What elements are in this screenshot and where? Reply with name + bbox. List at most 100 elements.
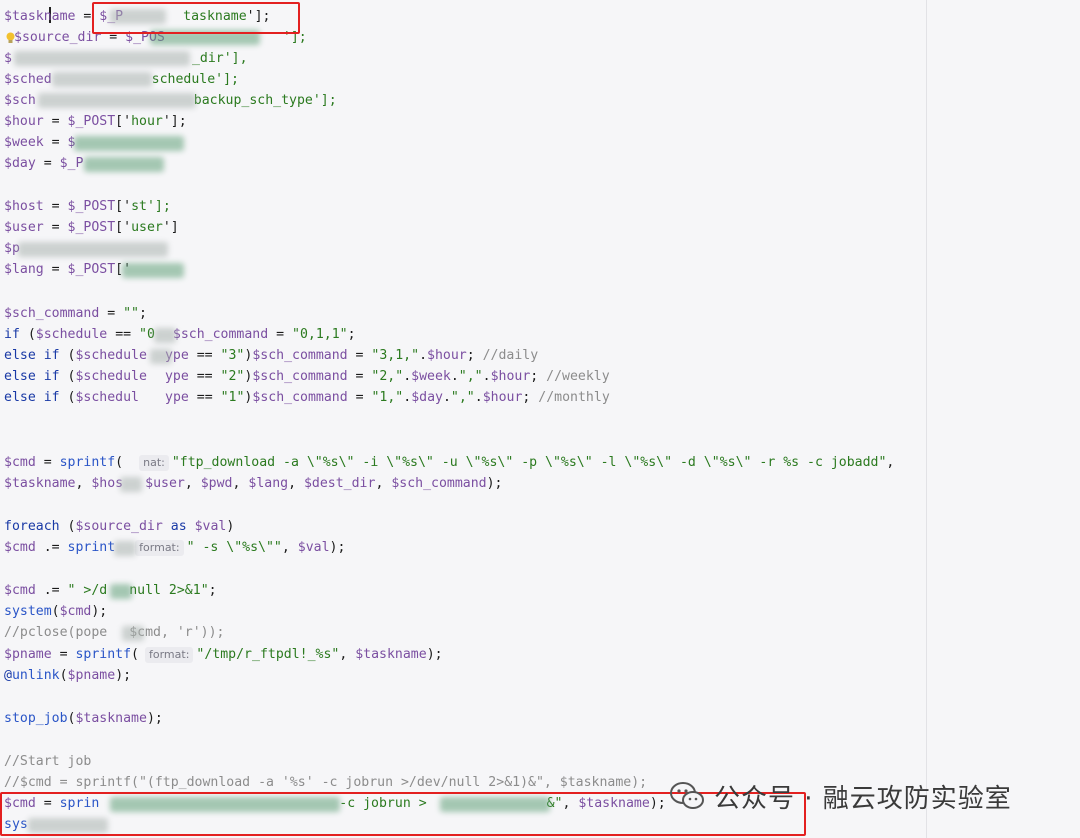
token: $cmd [4, 540, 36, 555]
token: ; [522, 390, 539, 405]
watermark: 公众号 · 融云攻防实验室 [670, 776, 1012, 816]
token: else if [4, 369, 60, 384]
code-line-25[interactable]: $pname = sprintf(format: "/tmp/r_ftpdl!_%… [4, 644, 443, 665]
token: $schedule [35, 327, 108, 342]
code-line-27[interactable]: stop_job($taskname); [4, 708, 163, 729]
code-line-26[interactable]: @unlink($pname); [4, 665, 131, 686]
code-line-18[interactable]: $cmd = sprintf(nat: "ftp_download -a \"%s… [4, 452, 894, 473]
code-line-17[interactable]: else if ($schedul ype == "1")$sch_command… [4, 387, 610, 408]
token: $schedule [75, 348, 147, 363]
code-line-10[interactable]: $user = $_POST['user'] [4, 217, 179, 238]
token: $pname [67, 668, 116, 683]
token: . [403, 390, 412, 405]
token: ); [115, 668, 132, 683]
token: == [188, 390, 221, 405]
code-line-24[interactable]: //pclose(pope $cmd, 'r')); [4, 622, 225, 643]
token: $_POST [67, 220, 116, 235]
token: unlink [11, 668, 60, 683]
watermark-text: 公众号 · 融云攻防实验室 [714, 783, 1012, 814]
token: , [75, 476, 92, 491]
code-line-15[interactable]: else if ($schedule ype == "3")$sch_comman… [4, 345, 538, 366]
token: sprint [67, 540, 116, 555]
redaction [154, 328, 176, 343]
token: $taskname [355, 647, 427, 662]
code-line-23[interactable]: system($cmd); [4, 601, 107, 622]
token: $cmd [4, 583, 36, 598]
token: = [43, 262, 68, 277]
token: $_P [59, 156, 84, 171]
token: stop_job [4, 711, 68, 726]
token: " >/d [67, 583, 108, 598]
redaction [18, 242, 168, 257]
token: ( [59, 369, 76, 384]
token: $_POST [67, 114, 116, 129]
code-line-9[interactable]: $host = $_POST['st']; [4, 196, 171, 217]
code-line-6[interactable]: $hour = $_POST['hour']; [4, 111, 187, 132]
redaction [122, 626, 144, 641]
token: $sch [4, 93, 36, 108]
code-line-29[interactable]: //$cmd = sprintf("(ftp_download -a '%s' … [4, 772, 647, 793]
token: $source_dir [14, 30, 102, 45]
token: [' [115, 199, 132, 214]
token: = [99, 306, 124, 321]
token: ); [426, 647, 443, 662]
token: $day [411, 390, 443, 405]
token: == [188, 369, 221, 384]
token: $taskname [4, 476, 76, 491]
code-line-28[interactable]: //Start job [4, 751, 91, 772]
token: "0,1,1" [292, 327, 348, 342]
code-line-12[interactable]: $lang = $_POST[' [4, 259, 131, 280]
token: //weekly [546, 369, 610, 384]
token: "3" [220, 348, 245, 363]
code-line-20[interactable]: foreach ($source_dir as $val) [4, 516, 234, 537]
token: sprintf [59, 455, 116, 470]
token: = [43, 135, 68, 150]
token: "/tmp/r_ftpdl!_%s" [196, 647, 340, 662]
token: ype [165, 390, 189, 405]
redaction [120, 477, 142, 492]
token: $cmd [4, 455, 36, 470]
token: $cmd [59, 604, 92, 619]
code-line-14[interactable]: if ($schedule == "0 $sch_command = "0,1,1… [4, 324, 356, 345]
token: $hour [482, 390, 523, 405]
token: $source_dir [75, 519, 163, 534]
token: user [131, 220, 163, 235]
token: == [188, 348, 221, 363]
redaction [52, 72, 152, 87]
code-line-16[interactable]: else if ($schedule ype == "2")$sch_comman… [4, 366, 610, 387]
redaction [14, 51, 190, 66]
code-line-7[interactable]: $week = $ [4, 132, 75, 153]
token: ( [59, 668, 68, 683]
token: = [43, 114, 68, 129]
token: $user [145, 476, 185, 491]
code-editor[interactable]: $taskname = $_Ptaskname']; $source_dir =… [0, 0, 1080, 838]
token: foreach [4, 519, 60, 534]
redaction [84, 157, 164, 172]
code-line-21[interactable]: $cmd .= sprint format: " -s \"%s\"", $val)… [4, 537, 345, 558]
code-line-13[interactable]: $sch_command = ""; [4, 303, 147, 324]
token: "," [458, 369, 483, 384]
token: "1," [371, 390, 404, 405]
token: $user [4, 220, 44, 235]
token: = [347, 369, 372, 384]
code-line-8[interactable]: $day = $_P [4, 153, 83, 174]
token: " -s \"%s\"" [186, 540, 282, 555]
redaction [38, 93, 196, 108]
token: $_POST [67, 199, 116, 214]
token: , [375, 476, 392, 491]
token: else if [4, 348, 60, 363]
token: sprintf [75, 647, 132, 662]
token: schedule']; [151, 72, 239, 87]
token: , [288, 476, 304, 491]
code-line-19[interactable]: $taskname, $hos $user, $pwd, $lang, $dest… [4, 473, 503, 494]
token: $day [4, 156, 36, 171]
token: ; [466, 348, 483, 363]
parameter-hint: format: [145, 647, 194, 663]
wechat-logo-icon [670, 782, 704, 809]
token: $sched [4, 72, 52, 87]
token: $sch_command [252, 390, 348, 405]
token: . [419, 348, 428, 363]
token: //daily [482, 348, 539, 363]
token: ( [59, 390, 76, 405]
token: , [184, 476, 201, 491]
